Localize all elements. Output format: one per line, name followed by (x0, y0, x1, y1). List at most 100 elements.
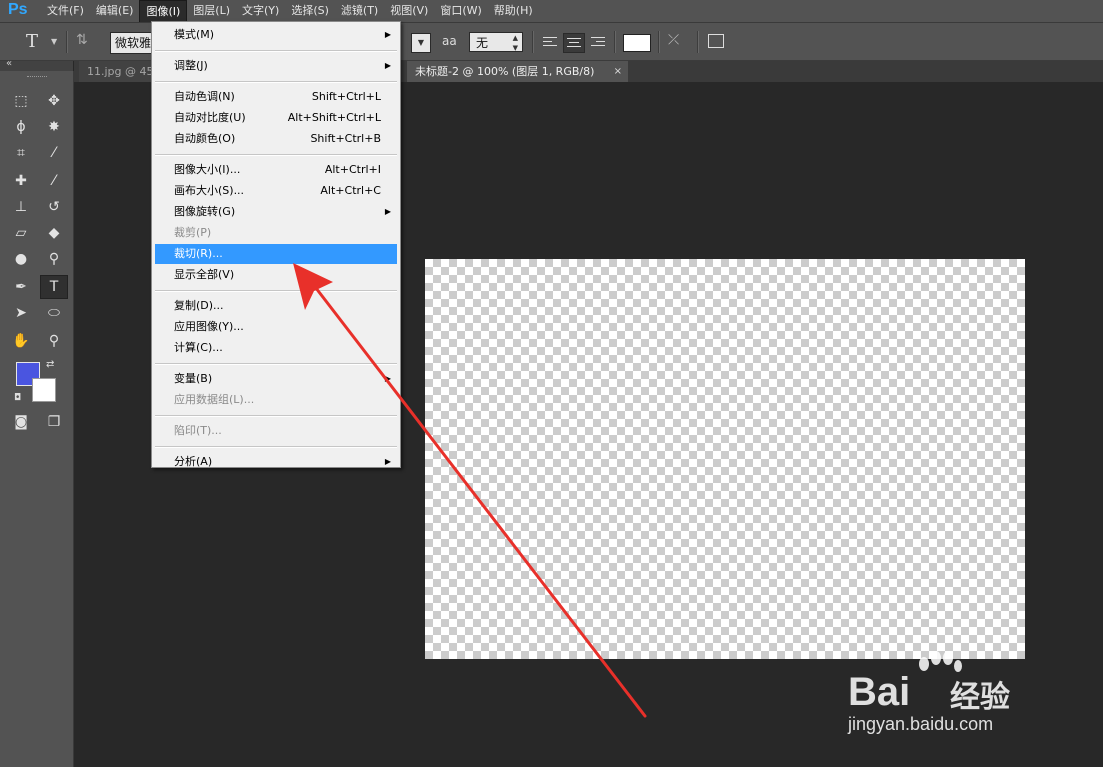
image-menu-item[interactable]: 变量(B) ▶ (155, 369, 397, 389)
menu-separator (155, 81, 397, 83)
menu-item-label: 图像旋转(G) (174, 205, 236, 218)
healing-brush-tool-icon[interactable]: ✚ (8, 170, 34, 192)
menu-1[interactable]: 文件(F) (41, 0, 90, 22)
watermark-brand: Bai (848, 670, 911, 714)
image-menu-item: 裁剪(P) (155, 223, 397, 243)
menu-item-shortcut: Shift+Ctrl+B (310, 132, 381, 145)
menu-10[interactable]: 帮助(H) (488, 0, 539, 22)
magic-wand-tool-icon[interactable]: ✸ (41, 116, 67, 138)
screen-mode-icon[interactable]: ❐ (41, 411, 67, 433)
menu-item-label: 裁切(R)... (174, 247, 223, 260)
path-selection-tool-icon[interactable]: ➤ (8, 302, 34, 324)
menu-5[interactable]: 文字(Y) (236, 0, 285, 22)
image-menu-item[interactable]: 计算(C)... (155, 338, 397, 358)
dodge-tool-icon[interactable]: ⚲ (41, 248, 67, 270)
image-menu-item[interactable]: 图像旋转(G) ▶ (155, 202, 397, 222)
menu-item-label: 显示全部(V) (174, 268, 235, 281)
clone-stamp-tool-icon[interactable]: ⊥ (8, 196, 34, 218)
image-menu-item[interactable]: 裁切(R)... (155, 244, 397, 264)
crop-tool-icon[interactable]: ⌗ (8, 142, 34, 164)
type-tool-icon[interactable]: T (40, 275, 68, 299)
text-tool-preset-icon[interactable]: T (26, 31, 38, 52)
panel-grip[interactable] (27, 76, 47, 79)
menu-2[interactable]: 编辑(E) (90, 0, 140, 22)
document-tab-untitled-2[interactable]: 未标题-2 @ 100% (图层 1, RGB/8) × (407, 61, 628, 82)
history-brush-tool-icon[interactable]: ↺ (41, 196, 67, 218)
image-menu-item[interactable]: 调整(J) ▶ (155, 56, 397, 76)
menu-item-label: 陷印(T)... (174, 424, 222, 437)
menu-item-label: 裁剪(P) (174, 226, 212, 239)
hand-tool-icon[interactable]: ✋ (8, 330, 34, 352)
character-panel-icon[interactable] (708, 34, 724, 48)
move-tool-icon[interactable]: ✥ (41, 90, 67, 112)
image-menu-item[interactable]: 自动色调(N) Shift+Ctrl+L (155, 87, 397, 107)
image-menu-item: 陷印(T)... (155, 421, 397, 441)
menu-item-label: 变量(B) (174, 372, 213, 385)
menu-separator (155, 415, 397, 417)
menu-item-label: 自动颜色(O) (174, 132, 236, 145)
eraser-tool-icon[interactable]: ▱ (8, 222, 34, 244)
image-menu-item[interactable]: 分析(A) ▶ (155, 452, 397, 472)
divider (66, 31, 68, 53)
image-menu-item[interactable]: 复制(D)... (155, 296, 397, 316)
lasso-tool-icon[interactable]: ϕ (8, 116, 34, 138)
quick-mask-icon[interactable]: ◙ (8, 411, 34, 433)
align-right-button[interactable] (588, 33, 608, 51)
image-menu-item[interactable]: 显示全部(V) (155, 265, 397, 285)
menu-item-label: 画布大小(S)... (174, 184, 245, 197)
document-tab-label: 11.jpg @ 45 (87, 65, 154, 78)
menu-item-label: 复制(D)... (174, 299, 224, 312)
collapse-icon[interactable]: « (6, 58, 12, 69)
menu-8[interactable]: 视图(V) (384, 0, 434, 22)
swap-colors-icon[interactable]: ⇄ (46, 359, 54, 370)
menu-item-label: 图像大小(I)... (174, 163, 241, 176)
paint-bucket-tool-icon[interactable]: ◆ (41, 222, 67, 244)
image-menu-item[interactable]: 画布大小(S)... Alt+Ctrl+C (155, 181, 397, 201)
blur-tool-icon[interactable]: ● (8, 248, 34, 270)
submenu-arrow-icon: ▶ (384, 457, 391, 466)
align-left-button[interactable] (540, 33, 560, 51)
menu-item-label: 自动色调(N) (174, 90, 235, 103)
menu-6[interactable]: 选择(S) (285, 0, 335, 22)
pen-tool-icon[interactable]: ✒ (8, 276, 34, 298)
menu-bar: Ps 文件(F) 编辑(E) 图像(I) 图层(L) 文字(Y) 选择(S) 滤镜(T) 视图… (0, 0, 1103, 23)
text-color-swatch[interactable] (623, 34, 651, 52)
image-menu-item[interactable]: 模式(M) ▶ (155, 25, 397, 45)
close-icon[interactable]: × (614, 61, 622, 82)
menu-separator (155, 290, 397, 292)
menu-items: 文件(F) 编辑(E) 图像(I) 图层(L) 文字(Y) 选择(S) 滤镜(T) 视图(V)… (41, 0, 539, 22)
zoom-tool-icon[interactable]: ⚲ (41, 330, 67, 352)
submenu-arrow-icon: ▶ (384, 30, 391, 39)
image-menu-item[interactable]: 应用图像(Y)... (155, 317, 397, 337)
font-size-dropdown-button[interactable]: ▼ (411, 33, 431, 53)
image-menu-item[interactable]: 图像大小(I)... Alt+Ctrl+I (155, 160, 397, 180)
menu-item-label: 调整(J) (174, 59, 208, 72)
menu-item-shortcut: Alt+Ctrl+I (324, 163, 381, 176)
menu-separator (155, 154, 397, 156)
transparent-canvas[interactable] (425, 259, 1025, 659)
eyedropper-tool-icon[interactable]: ⁄ (41, 142, 67, 164)
image-menu-item[interactable]: 自动对比度(U) Alt+Shift+Ctrl+L (155, 108, 397, 128)
divider (614, 31, 616, 53)
background-color-swatch[interactable] (32, 378, 56, 402)
ellipse-tool-icon[interactable]: ⬭ (41, 302, 67, 324)
menu-item-label: 分析(A) (174, 455, 213, 468)
menu-4[interactable]: 图层(L) (187, 0, 236, 22)
antialias-select[interactable]: 无 ▲ ▼ (469, 32, 523, 52)
menu-9[interactable]: 窗口(W) (434, 0, 487, 22)
divider (658, 31, 660, 53)
brush-tool-icon[interactable]: ⁄ (41, 170, 67, 192)
menu-item-label: 应用数据组(L)... (174, 393, 255, 406)
menu-item-label: 应用图像(Y)... (174, 320, 244, 333)
image-menu-item[interactable]: 自动颜色(O) Shift+Ctrl+B (155, 129, 397, 149)
menu-3[interactable]: 图像(I) (139, 0, 188, 22)
text-orientation-icon[interactable]: ⇅ (76, 32, 88, 48)
menu-7[interactable]: 滤镜(T) (335, 0, 384, 22)
chevron-down-icon[interactable]: ▼ (51, 37, 57, 46)
tools-panel: ⬚ ✥ ϕ ✸ ⌗ ⁄ ✚ ⁄ ⊥ ↺ ▱ ◆ ● ⚲ ✒ T ➤ ⬭ ✋ ⚲ … (0, 71, 74, 767)
default-colors-icon[interactable]: ◘ (14, 393, 21, 403)
align-center-button[interactable] (563, 33, 585, 53)
warp-text-icon[interactable]: ⤫ (668, 32, 679, 48)
marquee-tool-icon[interactable]: ⬚ (8, 90, 34, 112)
tools-panel-header: « (0, 58, 73, 71)
